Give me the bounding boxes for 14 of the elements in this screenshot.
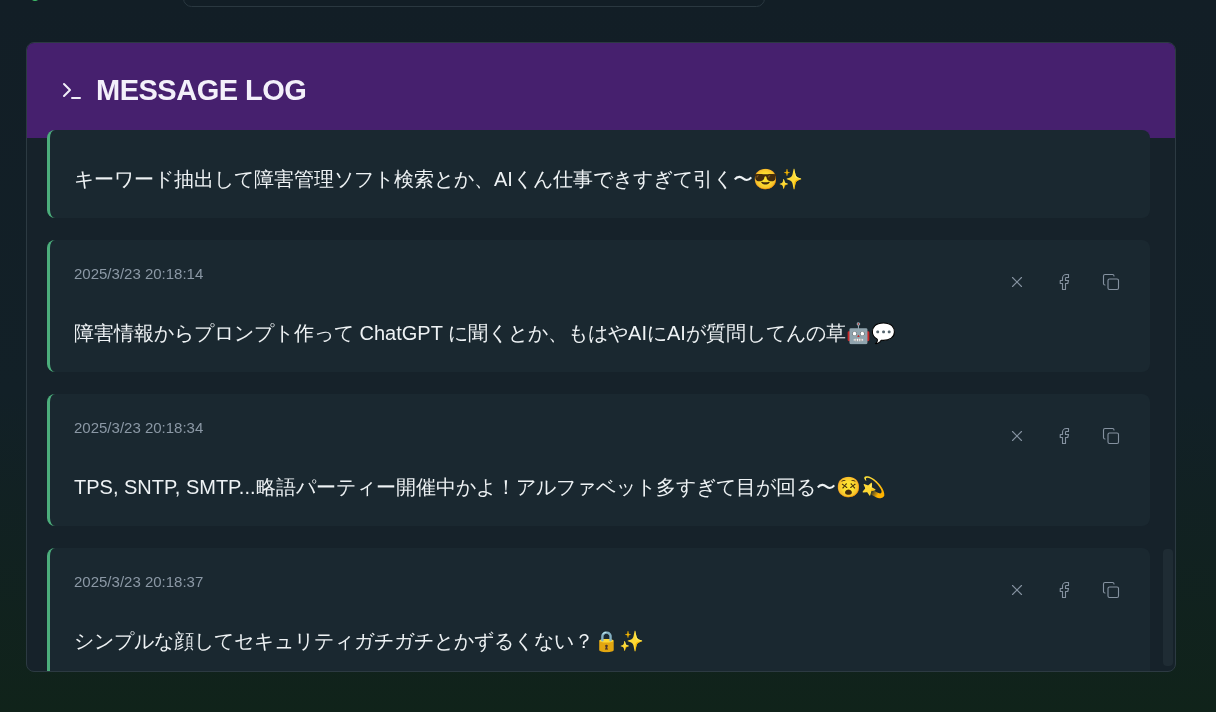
copy-button[interactable] — [1102, 581, 1120, 599]
message-text: キーワード抽出して障害管理ソフト検索とか、AIくん仕事できすぎて引く〜😎✨ — [74, 167, 804, 192]
panel-title: MESSAGE LOG — [96, 76, 307, 105]
copy-button[interactable] — [1102, 427, 1120, 445]
message-timestamp: 2025/3/23 20:18:37 — [74, 572, 204, 592]
copy-icon — [1102, 273, 1120, 291]
copy-button[interactable] — [1102, 273, 1120, 291]
copy-icon — [1102, 427, 1120, 445]
message-text: 障害情報からプロンプト作って ChatGPT に聞くとか、もはやAIにAIが質問してんの草🤖💬 — [74, 321, 897, 346]
message-text: シンプルな顔してセキュリティガチガチとかずるくない？🔒✨ — [74, 629, 645, 654]
message-text: TPS, SNTP, SMTP...略語パーティー開催中かよ！アルファベット多すぎて目が回る〜😵💫 — [74, 475, 887, 501]
message-timestamp: 2025/3/23 20:18:34 — [74, 418, 204, 438]
message-timestamp: 2025/3/23 20:18:14 — [74, 264, 204, 284]
copy-icon — [1102, 581, 1120, 599]
